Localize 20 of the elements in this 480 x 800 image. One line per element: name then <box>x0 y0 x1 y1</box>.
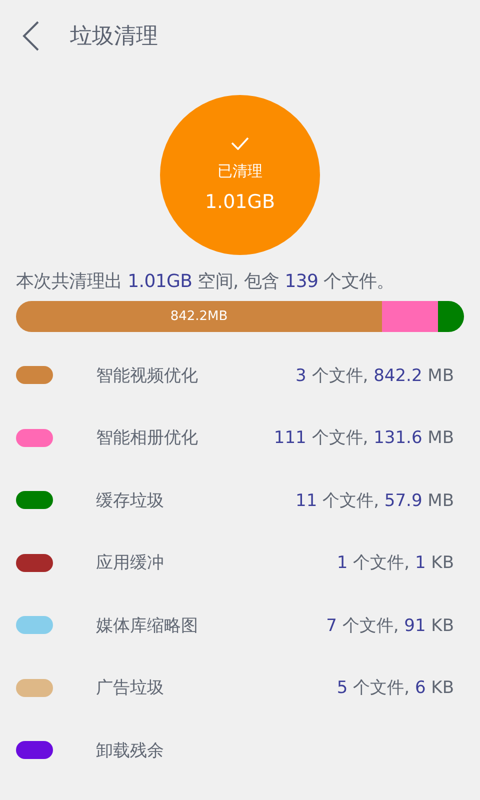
category-size: 7 个文件, 91 KB <box>326 614 454 637</box>
summary-text: 本次共清理出 1.01GB 空间, 包含 139 个文件。 <box>16 270 396 293</box>
page-title: 垃圾清理 <box>70 23 158 51</box>
amount-label: 1.01GB <box>204 191 276 213</box>
category-name: 卸载残余 <box>96 740 165 762</box>
check-icon <box>231 137 249 150</box>
category-name: 广告垃圾 <box>96 677 165 700</box>
category-size: 111 个文件, 131.6 MB <box>274 427 454 450</box>
category-name: 媒体库缩略图 <box>96 614 199 637</box>
category-size: 3 个文件, 842.2 MB <box>296 364 454 387</box>
category-name: 应用缓冲 <box>96 552 165 574</box>
category-size: 1 个文件, 1 KB <box>336 552 454 574</box>
category-size: 11 个文件, 57.9 MB <box>296 490 454 512</box>
status-label: 已清理 <box>218 162 262 181</box>
category-name: 智能视频优化 <box>96 364 199 387</box>
category-name: 智能相册优化 <box>96 427 199 450</box>
category-size: 5 个文件, 6 KB <box>336 677 454 700</box>
category-name: 缓存垃圾 <box>96 490 165 512</box>
bar-segment: 842.2MB <box>16 301 382 332</box>
back-icon[interactable] <box>22 21 40 51</box>
